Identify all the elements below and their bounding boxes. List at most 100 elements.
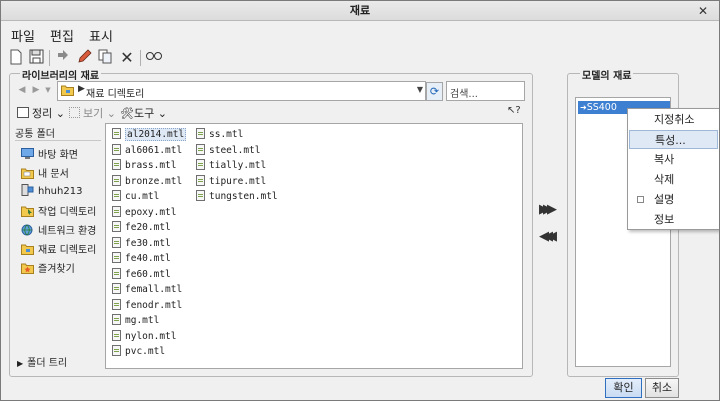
ok-button[interactable]: 확인 <box>605 378 642 398</box>
ctx-properties[interactable]: 특성... <box>629 130 718 149</box>
view-grid-icon <box>69 107 80 118</box>
file-name: tipure.mtl <box>209 175 267 187</box>
common-folder-label: 작업 디렉토리 <box>38 207 97 218</box>
material-file-icon <box>196 143 205 155</box>
file-list[interactable]: al2014.mtl al6061.mtl brass.mtl bronze.mtl c… <box>105 123 523 369</box>
organize-menu[interactable]: 정리 ⌄ <box>17 105 65 121</box>
file-item[interactable]: pvc.mtl <box>112 345 165 359</box>
file-item[interactable]: fe60.mtl <box>112 267 171 282</box>
common-folder-working-directory[interactable]: 작업 디렉토리 <box>21 203 96 219</box>
chevron-down-icon[interactable]: ▼ <box>417 85 423 94</box>
common-folder-network[interactable]: 네트워크 환경 <box>21 222 96 238</box>
file-name: femall.mtl <box>125 284 183 295</box>
remove-material-arrow-icon[interactable]: ◀◀◀ <box>539 229 557 244</box>
edit-pencil-icon[interactable] <box>75 49 93 67</box>
title-bar: 재료 ✕ <box>1 1 719 21</box>
file-name: ss.mtl <box>209 129 244 140</box>
path-bar[interactable]: ▶ 재료 디렉토리 ▼ <box>57 81 426 101</box>
close-icon[interactable]: ✕ <box>695 1 711 21</box>
common-folder-desktop[interactable]: 바탕 화면 <box>21 146 78 162</box>
material-file-icon <box>112 221 121 232</box>
favorites-icon <box>21 262 34 274</box>
common-folder-materials[interactable]: 재료 디렉토리 <box>21 241 96 257</box>
file-name: nylon.mtl <box>125 330 177 342</box>
ctx-description[interactable]: 설명 <box>629 190 718 209</box>
folder-tree-toggle[interactable]: ▶ 폴더 트리 <box>17 354 67 369</box>
working-directory-icon <box>21 205 34 217</box>
menu-file[interactable]: 파일 <box>11 26 35 45</box>
assigned-arrow-icon: ➜ <box>580 103 587 112</box>
file-item[interactable]: fe20.mtl <box>112 221 171 235</box>
file-item[interactable]: fe30.mtl <box>112 236 171 251</box>
toolbar: ✕ <box>5 47 205 69</box>
help-cursor-icon[interactable]: ↖? <box>507 105 521 116</box>
file-item[interactable]: nylon.mtl <box>112 329 177 344</box>
menu-edit[interactable]: 편집 <box>50 26 74 45</box>
material-file-icon <box>112 159 121 170</box>
file-item[interactable]: ss.mtl <box>196 128 243 142</box>
file-item[interactable]: cu.mtl <box>112 190 159 204</box>
file-item[interactable]: tially.mtl <box>196 159 266 173</box>
new-file-icon[interactable] <box>7 49 25 67</box>
file-name: tially.mtl <box>209 160 267 171</box>
refresh-icon[interactable]: ⟳ <box>426 82 443 101</box>
file-item[interactable]: brass.mtl <box>112 159 176 173</box>
library-group-title: 라이브러리의 재료 <box>20 67 102 82</box>
file-item[interactable]: al2014.mtl <box>112 128 187 142</box>
file-name: fe40.mtl <box>125 253 171 264</box>
material-file-icon <box>196 128 205 139</box>
menu-view[interactable]: 표시 <box>89 26 113 45</box>
common-folder-hhuh213[interactable]: hhuh213 <box>21 184 82 200</box>
material-file-icon <box>112 205 121 217</box>
menu-bar: 파일 편집 표시 <box>1 21 719 47</box>
file-item[interactable]: steel.mtl <box>196 143 260 158</box>
search-input[interactable]: 검색... <box>446 81 525 101</box>
file-name: brass.mtl <box>125 160 177 171</box>
common-folders-title: 공통 폴더 <box>15 129 55 140</box>
cancel-button[interactable]: 취소 <box>645 378 679 398</box>
file-item[interactable]: fe40.mtl <box>112 252 171 266</box>
file-name: bronze.mtl <box>125 175 183 187</box>
material-file-icon <box>112 267 121 279</box>
file-name: al2014.mtl <box>125 128 187 141</box>
back-icon[interactable]: ◀ <box>15 83 29 97</box>
ctx-unassign[interactable]: 지정취소 <box>629 110 718 129</box>
save-icon[interactable] <box>27 49 45 67</box>
view-menu[interactable]: 보기 ⌄ <box>69 105 116 121</box>
tools-menu[interactable]: 🛠도구 ⌄ <box>120 105 167 121</box>
ctx-info[interactable]: 정보 <box>629 210 718 229</box>
ctx-copy[interactable]: 복사 <box>629 150 718 169</box>
network-icon <box>21 224 34 236</box>
material-file-icon <box>112 345 121 356</box>
add-material-arrow-icon[interactable]: ▶▶▶ <box>539 202 557 217</box>
material-file-icon <box>196 174 205 186</box>
delete-icon[interactable]: ✕ <box>118 49 136 67</box>
common-folder-label: 바탕 화면 <box>38 150 78 161</box>
file-item[interactable]: epoxy.mtl <box>112 205 176 220</box>
material-file-icon <box>112 252 121 263</box>
common-folder-label: 재료 디렉토리 <box>38 245 97 256</box>
file-name: fe20.mtl <box>125 222 171 233</box>
material-file-icon <box>112 236 121 248</box>
copy-icon[interactable] <box>96 49 114 67</box>
common-folder-favorites[interactable]: 즐겨찾기 <box>21 260 75 276</box>
file-item[interactable]: al6061.mtl <box>112 143 182 158</box>
common-folder-label: 내 문서 <box>38 169 69 180</box>
glasses-icon[interactable] <box>145 49 163 67</box>
ctx-delete[interactable]: 삭제 <box>629 170 718 189</box>
common-folder-label: 즐겨찾기 <box>38 264 75 275</box>
file-item[interactable]: femall.mtl <box>112 283 182 297</box>
file-item[interactable]: fenodr.mtl <box>112 298 182 313</box>
path-text: 재료 디렉토리 <box>86 89 145 100</box>
history-dropdown-icon[interactable]: ▼ <box>41 83 55 97</box>
file-item[interactable]: bronze.mtl <box>112 174 183 189</box>
folder-icon <box>21 243 34 255</box>
file-item[interactable]: tipure.mtl <box>196 174 267 189</box>
file-item[interactable]: mg.mtl <box>112 314 159 328</box>
common-folder-documents[interactable]: 내 문서 <box>21 165 69 181</box>
materials-dialog: 재료 ✕ 파일 편집 표시 ✕ 라이브러리의 재료 ◀ ▶ ▼ ▶ 재료 디렉토… <box>0 0 720 401</box>
common-folder-label: hhuh213 <box>38 186 83 197</box>
file-name: mg.mtl <box>125 315 160 326</box>
assign-arrow-icon[interactable] <box>54 49 72 67</box>
file-item[interactable]: tungsten.mtl <box>196 190 278 204</box>
